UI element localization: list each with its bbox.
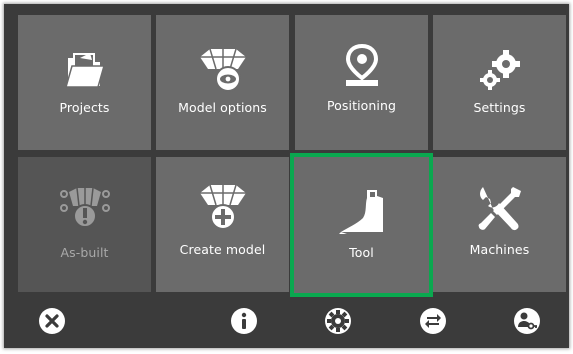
tile-label: Model options: [178, 100, 267, 115]
create-model-tile[interactable]: Create model: [156, 157, 289, 292]
as-built-icon: [18, 185, 151, 235]
settings-tile[interactable]: Settings: [433, 15, 566, 150]
model-options-tile[interactable]: Model options: [156, 15, 289, 150]
wrench-screwdriver-icon: [433, 183, 566, 233]
as-built-tile: As-built: [18, 157, 151, 292]
projects-tile[interactable]: Projects: [18, 15, 151, 150]
tile-label: Create model: [179, 242, 266, 257]
swap-button[interactable]: [418, 306, 448, 336]
gear-settings-icon: [325, 308, 351, 334]
model-add-icon: [156, 183, 289, 233]
tool-tile[interactable]: Tool: [290, 153, 433, 297]
user-key-button[interactable]: [512, 306, 542, 336]
tile-label: Tool: [349, 245, 374, 260]
system-settings-button[interactable]: [323, 306, 353, 336]
folder-icon: [18, 45, 151, 95]
main-menu-window: Projects Model options Positioning Setti…: [4, 4, 569, 348]
swap-icon: [420, 308, 446, 334]
gears-icon: [433, 45, 566, 95]
tile-label: Projects: [59, 100, 110, 115]
info-icon: [231, 308, 257, 334]
tile-label: Machines: [469, 242, 530, 257]
tile-label: Positioning: [326, 98, 397, 113]
bottom-action-bar: [4, 296, 569, 348]
close-button[interactable]: [37, 306, 67, 336]
location-pin-icon: [295, 41, 428, 91]
tile-label: Settings: [473, 100, 526, 115]
close-icon: [39, 308, 65, 334]
info-button[interactable]: [229, 306, 259, 336]
model-eye-icon: [156, 45, 289, 95]
positioning-tile[interactable]: Positioning: [295, 15, 428, 150]
bucket-icon: [292, 187, 431, 237]
user-key-icon: [514, 308, 540, 334]
machines-tile[interactable]: Machines: [433, 157, 566, 292]
tile-label: As-built: [60, 245, 109, 260]
